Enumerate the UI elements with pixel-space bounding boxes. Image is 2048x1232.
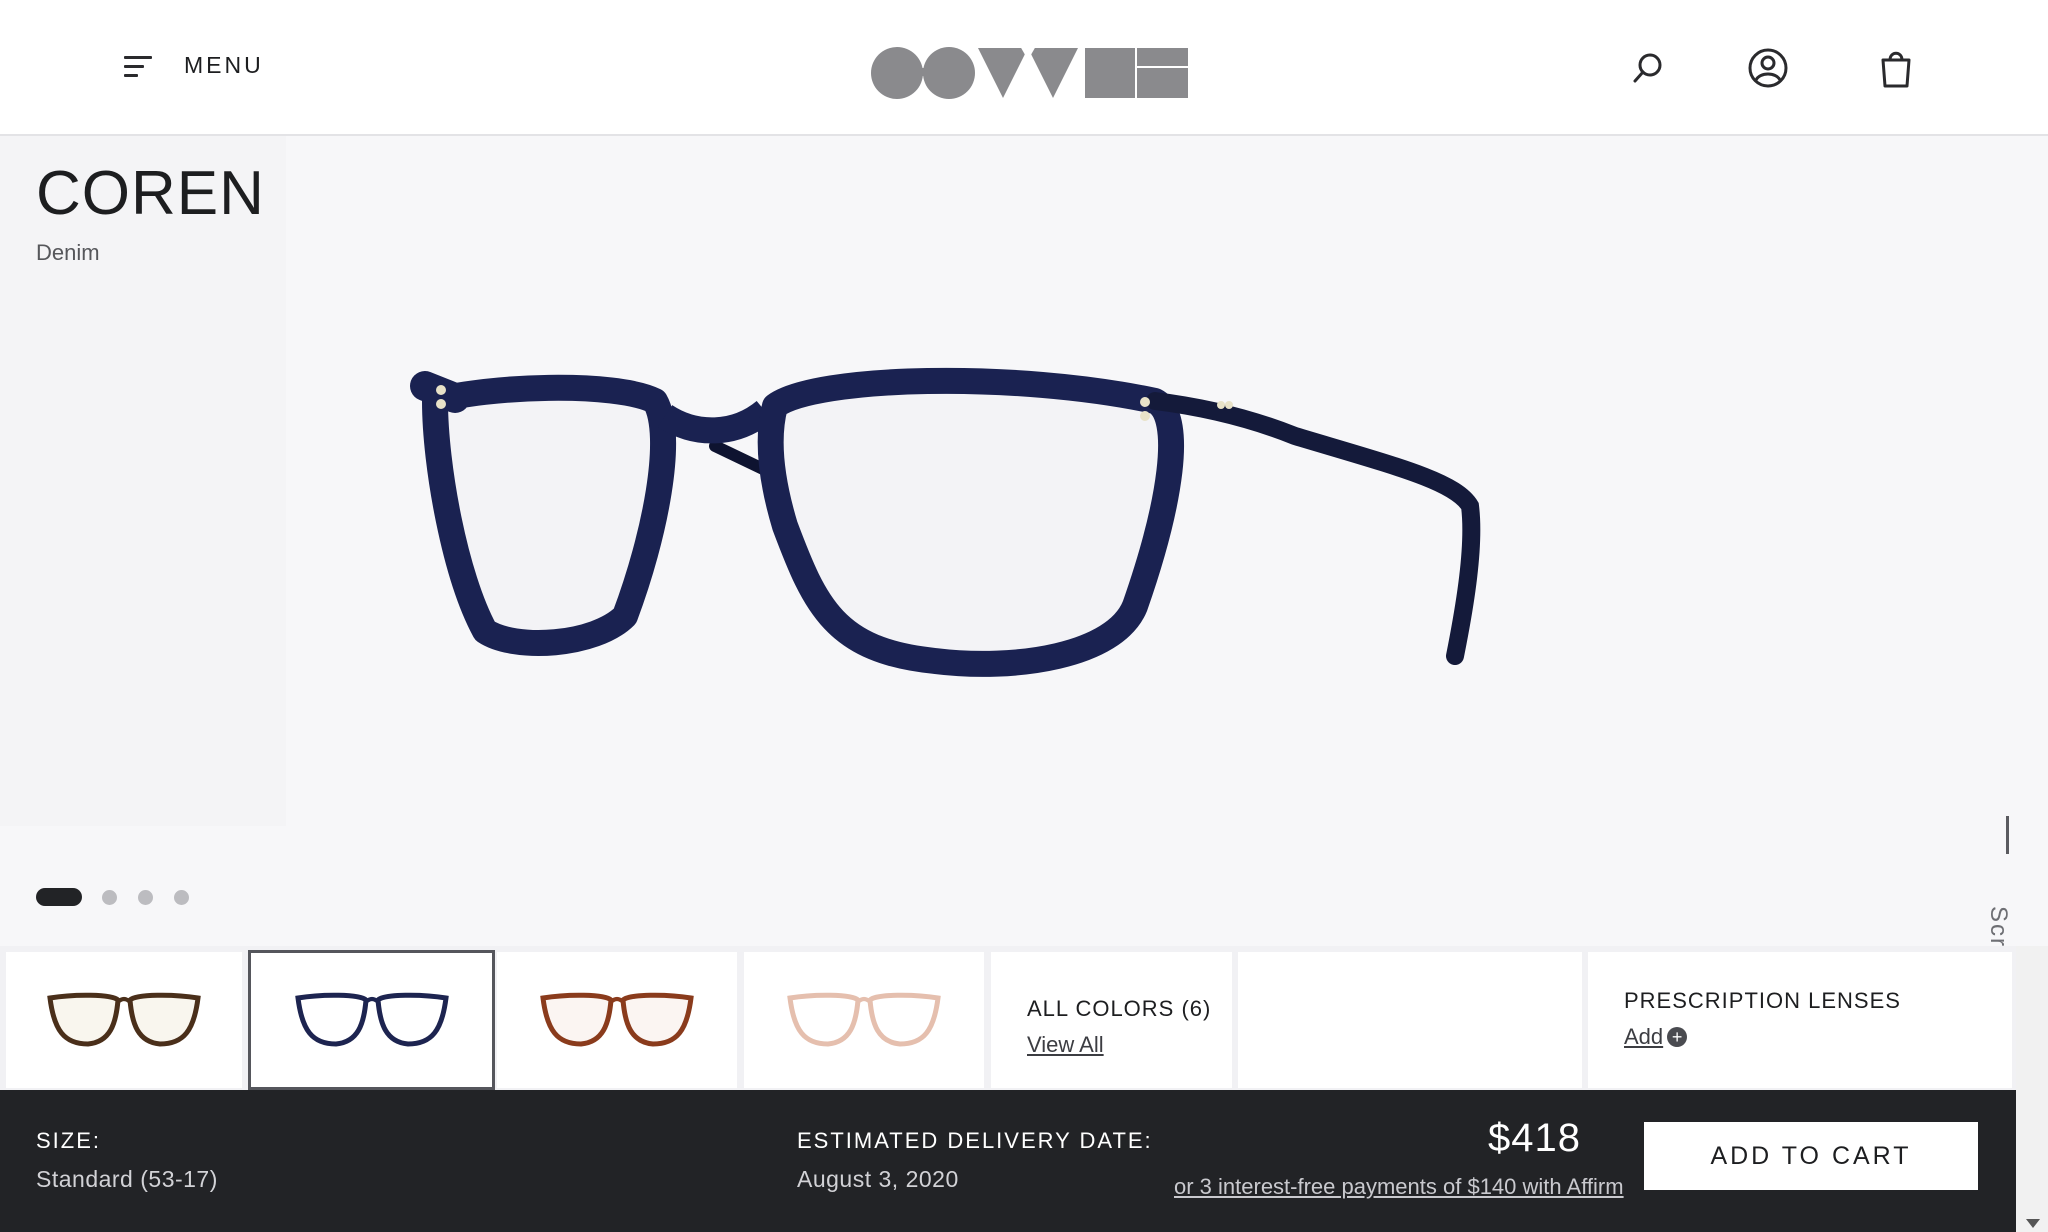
- brand-logo[interactable]: [870, 46, 1188, 105]
- size-label: SIZE:: [36, 1128, 102, 1153]
- site-header: MENU: [0, 0, 2048, 136]
- menu-label: MENU: [184, 52, 264, 78]
- size-value[interactable]: Standard (53-17): [36, 1166, 218, 1193]
- account-icon[interactable]: [1746, 46, 1790, 90]
- swatch-tortoise[interactable]: [6, 952, 242, 1088]
- prescription-lenses-cell: PRESCRIPTION LENSES Add +: [1588, 952, 2012, 1088]
- swatch-blush-image: [787, 992, 941, 1047]
- product-image: [410, 367, 1481, 677]
- swatch-amber-tortoise[interactable]: [497, 952, 737, 1088]
- view-all-colors-link[interactable]: View All: [1027, 1032, 1104, 1058]
- swatch-denim[interactable]: [248, 950, 495, 1090]
- add-prescription-label: Add: [1624, 1024, 1664, 1049]
- prescription-title: PRESCRIPTION LENSES: [1624, 988, 1901, 1013]
- empty-cell: [1238, 952, 1582, 1088]
- affirm-payments-link[interactable]: or 3 interest-free payments of $140 with…: [1174, 1174, 1624, 1200]
- search-icon[interactable]: [1626, 46, 1670, 90]
- scroll-line-icon: [2006, 816, 2009, 854]
- all-colors-cell: ALL COLORS (6) View All: [991, 952, 1232, 1088]
- add-to-cart-button[interactable]: ADD TO CART: [1644, 1122, 1978, 1190]
- pagination-dot-1[interactable]: [36, 888, 82, 906]
- brand-logo-mark: [871, 46, 1188, 99]
- purchase-bar: SIZE: Standard (53-17) ESTIMATED DELIVER…: [0, 1090, 2016, 1232]
- pagination-dot-3[interactable]: [138, 889, 153, 905]
- delivery-label: ESTIMATED DELIVERY DATE:: [797, 1128, 1153, 1153]
- menu-button[interactable]: MENU: [124, 52, 264, 79]
- pagination-dot-2[interactable]: [102, 889, 117, 905]
- pagination-dot-4[interactable]: [174, 889, 189, 905]
- swatch-amber-tortoise-image: [540, 992, 694, 1047]
- delivery-value: August 3, 2020: [797, 1166, 959, 1192]
- add-prescription-button[interactable]: Add +: [1624, 1024, 1688, 1050]
- color-swatch-row: ALL COLORS (6) View All PRESCRIPTION LEN…: [0, 946, 2016, 1090]
- image-pagination: [36, 888, 210, 906]
- hamburger-icon: [124, 54, 154, 78]
- all-colors-title: ALL COLORS (6): [1027, 996, 1212, 1021]
- scroll-down-arrow-icon[interactable]: [2026, 1219, 2040, 1228]
- page-scrollbar[interactable]: [2016, 946, 2048, 1232]
- swatch-tortoise-image: [47, 992, 201, 1047]
- plus-icon: +: [1667, 1027, 1688, 1047]
- shopping-bag-icon[interactable]: [1874, 46, 1918, 90]
- product-price: $418: [1488, 1116, 1581, 1160]
- product-title: COREN: [36, 159, 265, 228]
- swatch-denim-image: [294, 992, 449, 1047]
- product-color-name: Denim: [36, 240, 100, 265]
- product-hero: COREN Denim Scroll Down: [0, 136, 2048, 1056]
- swatch-blush[interactable]: [744, 952, 984, 1088]
